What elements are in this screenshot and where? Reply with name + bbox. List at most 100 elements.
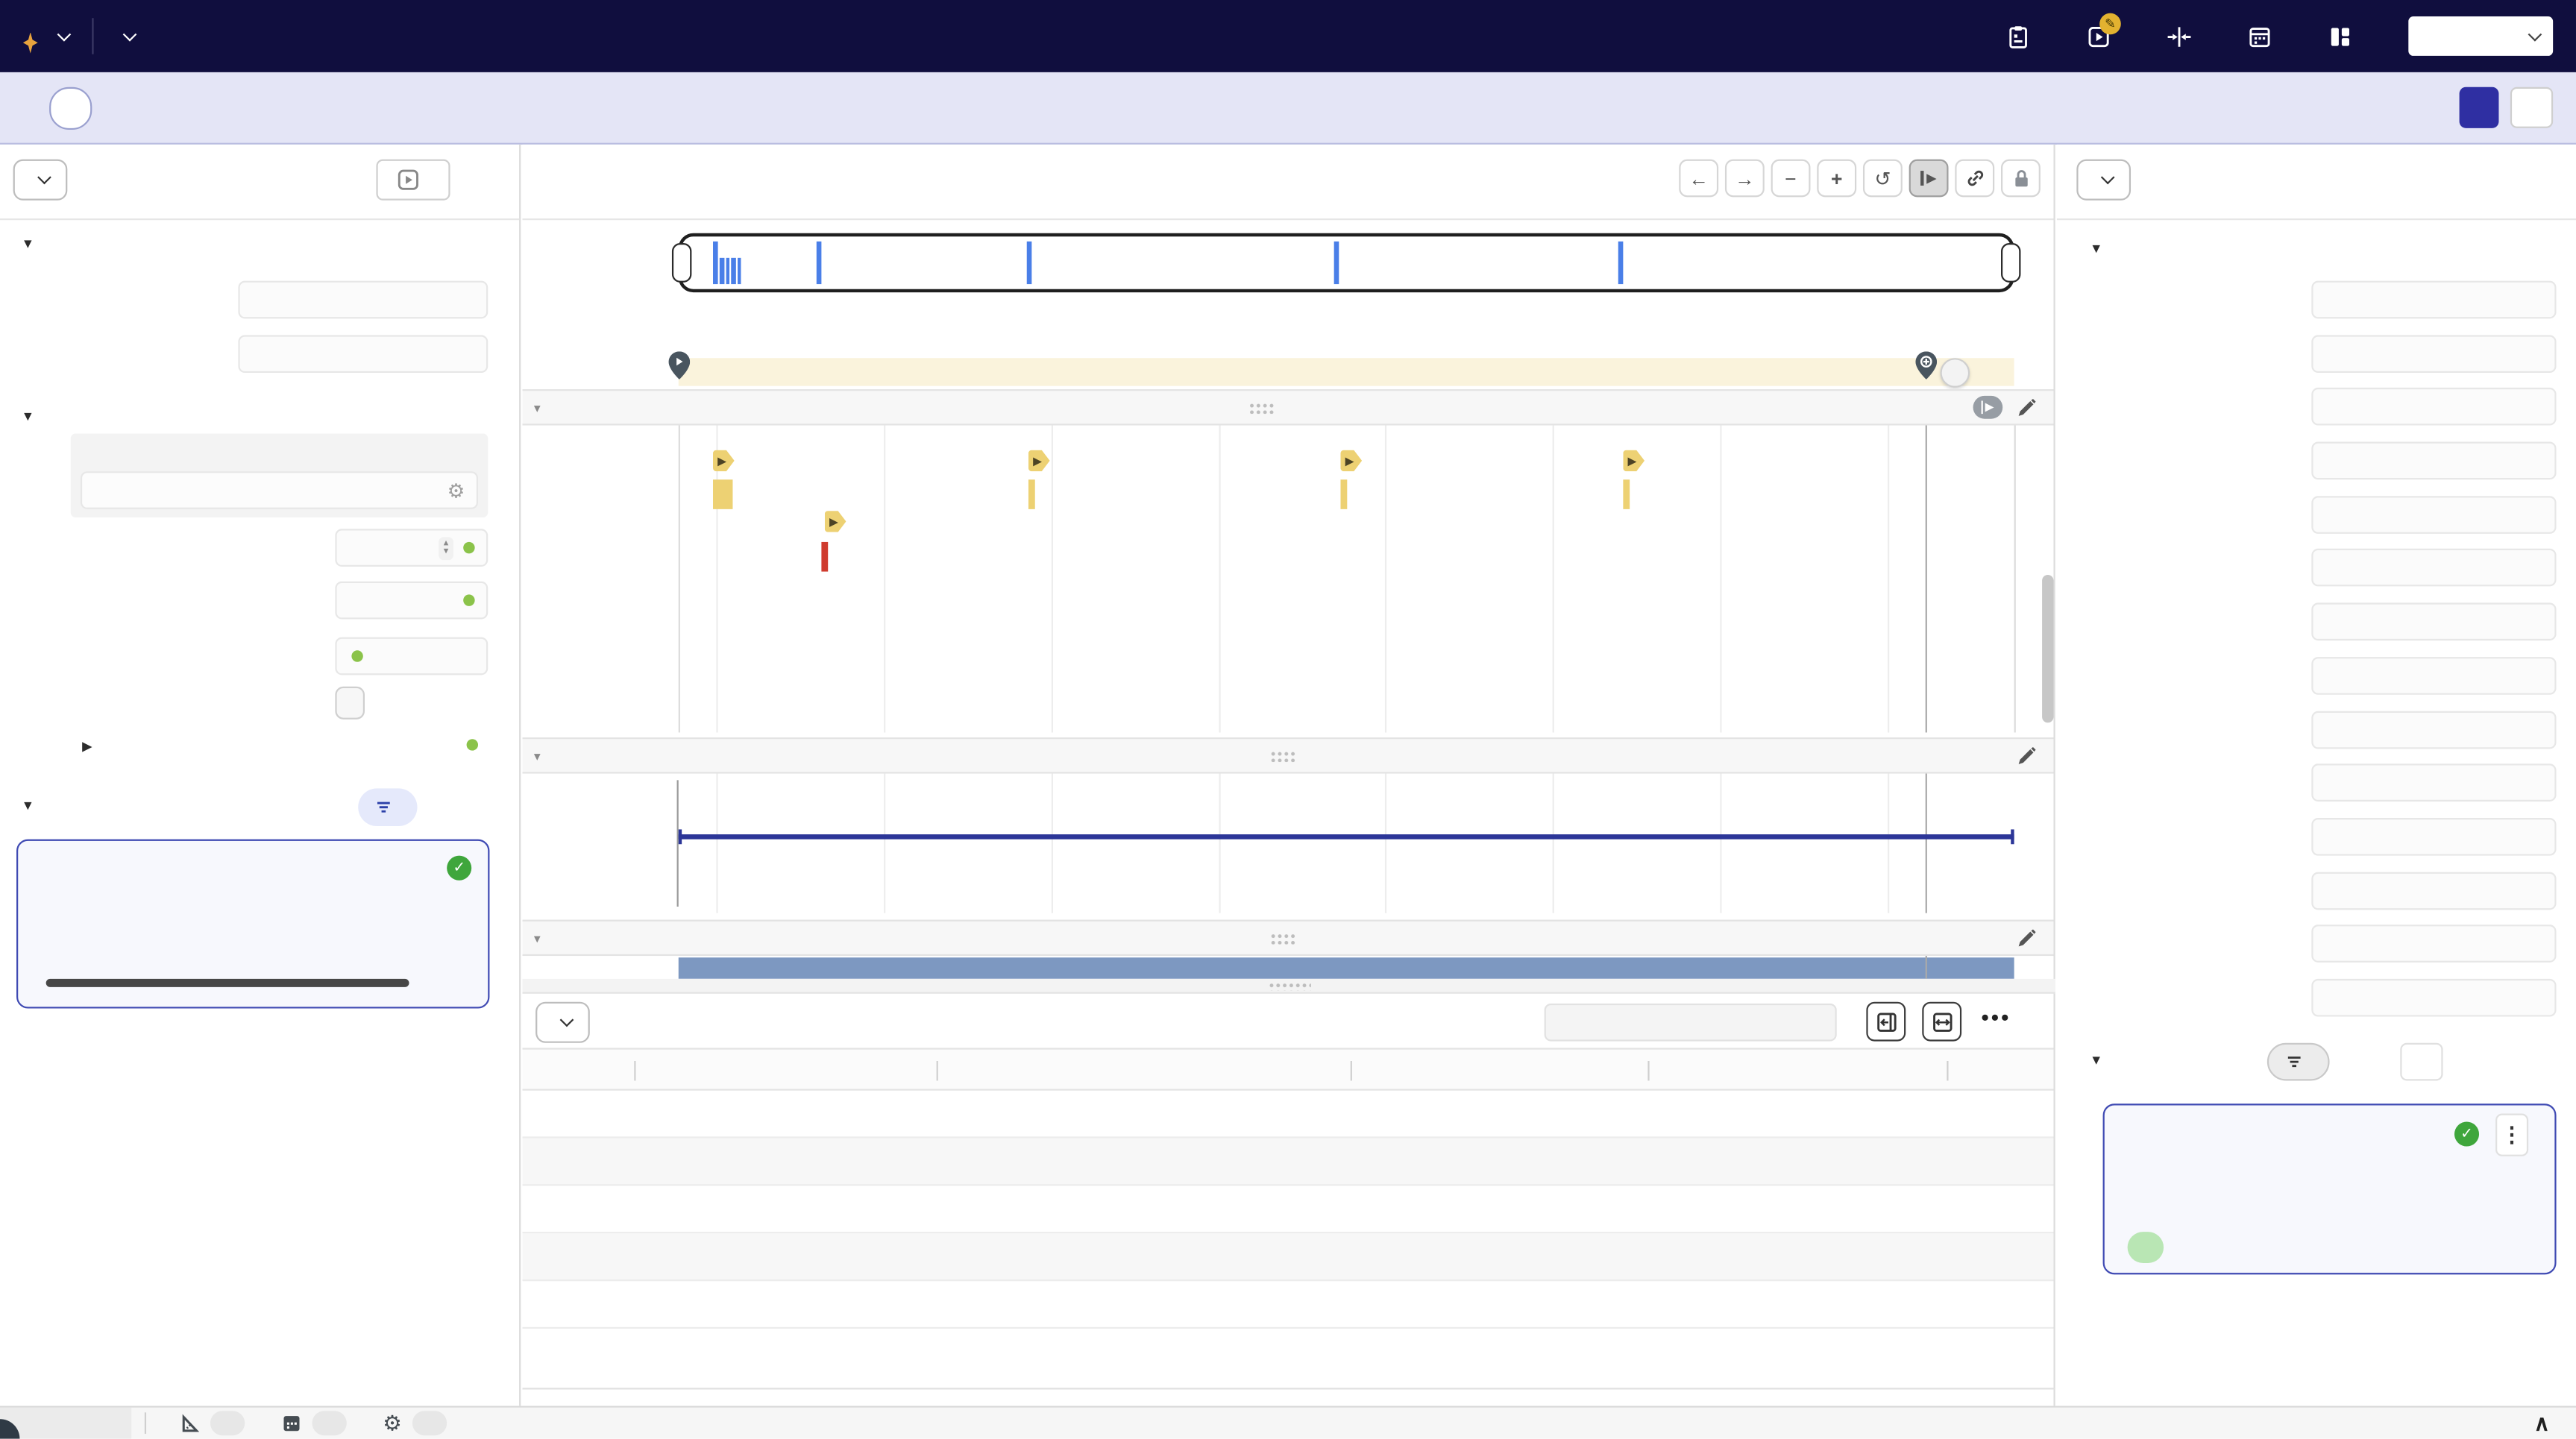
- zoom-out-button[interactable]: −: [1771, 160, 1811, 198]
- table-row[interactable]: [522, 1139, 2053, 1186]
- expand-triangle-icon[interactable]: ▶: [82, 739, 92, 754]
- take-snapshot-button[interactable]: [2400, 1043, 2443, 1081]
- flag-band-row[interactable]: [522, 956, 2055, 979]
- owner-input[interactable]: [2311, 657, 2556, 695]
- table-view-selector[interactable]: [535, 1002, 590, 1043]
- collapse-triangle-icon[interactable]: ▼: [22, 799, 34, 813]
- activity-span-bar[interactable]: [1028, 479, 1035, 509]
- status-tab-all[interactable]: [0, 1408, 131, 1439]
- right-panel-selector[interactable]: [2076, 160, 2131, 201]
- nav-item-constraints[interactable]: [2167, 24, 2205, 48]
- status-simulation[interactable]: ⚙: [383, 1410, 446, 1436]
- nav-item-scheduling[interactable]: [2247, 24, 2285, 48]
- zoom-in-button[interactable]: +: [1817, 160, 1856, 198]
- updated-at-input[interactable]: [2311, 763, 2556, 802]
- edit-row-pencil-icon[interactable]: [2016, 397, 2038, 418]
- activity-directive-icon[interactable]: ▶: [713, 450, 735, 472]
- fit-columns-button[interactable]: [1922, 1002, 1961, 1042]
- initial-producer-input[interactable]: [335, 582, 488, 620]
- drag-handle[interactable]: [1269, 750, 1295, 761]
- model-version-input[interactable]: [2311, 496, 2556, 534]
- activities-canvas[interactable]: ▶ ▶ ▶ ▶ ▶: [522, 426, 2055, 733]
- table-menu-button[interactable]: •••: [1982, 1005, 2011, 1030]
- simulate-button[interactable]: [376, 160, 450, 201]
- activity-span-bar[interactable]: [713, 479, 732, 509]
- activity-span-bar[interactable]: [1340, 479, 1347, 509]
- activity-span-bar[interactable]: [1623, 479, 1630, 509]
- flag-section-header[interactable]: ▾: [522, 920, 2053, 956]
- initial-data-path-input[interactable]: [335, 637, 488, 676]
- filter-activity-directives-input[interactable]: [1545, 1004, 1837, 1042]
- plan-id-input[interactable]: [2311, 335, 2556, 373]
- table-row[interactable]: [522, 1185, 2053, 1233]
- status-scheduling[interactable]: [281, 1411, 347, 1435]
- tags-input[interactable]: [2311, 979, 2556, 1017]
- collaborators-input[interactable]: [2311, 925, 2556, 963]
- user-select[interactable]: [2408, 16, 2553, 56]
- activity-directive-icon[interactable]: ▶: [1623, 450, 1644, 472]
- close-preview-button[interactable]: [2510, 87, 2553, 128]
- activity-directive-icon[interactable]: ▶: [1028, 450, 1050, 472]
- nav-item-simulation[interactable]: ✎: [2087, 24, 2125, 48]
- number-stepper[interactable]: ▴▾: [439, 536, 453, 559]
- aerie-logo[interactable]: [23, 19, 69, 53]
- nav-item-expansion[interactable]: [2006, 24, 2044, 48]
- collapse-triangle-icon[interactable]: ▼: [22, 236, 34, 251]
- date-created-input[interactable]: [2311, 711, 2556, 749]
- cursor-pin-icon[interactable]: [1915, 351, 1937, 379]
- edit-row-pencil-icon[interactable]: [2016, 927, 2038, 948]
- end-time-input[interactable]: [238, 335, 488, 373]
- initial-plant-count-input[interactable]: ▴▾: [335, 529, 488, 567]
- selection-band[interactable]: [679, 358, 2014, 385]
- collapse-triangle-icon[interactable]: ▾: [534, 400, 541, 415]
- model-id-input[interactable]: [2311, 442, 2556, 480]
- edit-row-pencil-icon[interactable]: [2016, 745, 2038, 766]
- start-time-input[interactable]: [2311, 549, 2556, 587]
- simulation-extent-toggle[interactable]: ▶: [1909, 160, 1949, 198]
- collapse-triangle-icon[interactable]: ▾: [534, 748, 541, 763]
- collapse-panel-button[interactable]: [1866, 1002, 1906, 1042]
- panel-resize-handle[interactable]: [522, 979, 2055, 994]
- reset-view-button[interactable]: ↺: [1863, 160, 1903, 198]
- activity-directive-icon[interactable]: ▶: [825, 511, 846, 532]
- activity-directive-icon[interactable]: ▶: [1340, 450, 1362, 472]
- collapse-triangle-icon[interactable]: ▼: [22, 409, 34, 423]
- gear-icon[interactable]: ⚙: [447, 479, 465, 502]
- drag-handle[interactable]: [1248, 402, 1274, 413]
- plan-menu[interactable]: [116, 34, 134, 39]
- lock-button[interactable]: [2001, 160, 2041, 198]
- vertical-scrollbar[interactable]: [2042, 575, 2053, 722]
- collapse-triangle-icon[interactable]: ▼: [2090, 242, 2102, 256]
- status-constraints[interactable]: [179, 1411, 245, 1435]
- unfinished-span-bar[interactable]: [821, 542, 828, 572]
- plan-name-input[interactable]: [2311, 281, 2556, 319]
- brush-handle-left[interactable]: [672, 243, 691, 283]
- nav-forward-button[interactable]: →: [1725, 160, 1765, 198]
- simulation-filter-pill[interactable]: [358, 788, 417, 826]
- kebab-menu-button[interactable]: ⋮: [2495, 1113, 2528, 1156]
- collapse-triangle-icon[interactable]: ▼: [2090, 1053, 2102, 1068]
- drag-handle[interactable]: [1269, 932, 1295, 943]
- left-panel-selector[interactable]: [13, 160, 68, 201]
- browse-file-button[interactable]: [335, 687, 365, 720]
- collapse-triangle-icon[interactable]: ▾: [534, 931, 541, 945]
- simulation-template-input[interactable]: ⚙: [81, 471, 478, 509]
- restore-snapshot-button[interactable]: [2460, 87, 2499, 128]
- link-button[interactable]: [1955, 160, 1994, 198]
- activities-section-header[interactable]: ▾ ▶: [522, 389, 2053, 425]
- line-count-chart[interactable]: [522, 774, 2055, 913]
- table-row[interactable]: [522, 1091, 2053, 1139]
- end-time-input[interactable]: [2311, 602, 2556, 640]
- nav-back-button[interactable]: ←: [1679, 160, 1718, 198]
- start-time-input[interactable]: [238, 281, 488, 319]
- simulation-history-card[interactable]: ✓: [16, 840, 489, 1009]
- simulation-extent-icon[interactable]: ▶: [1973, 396, 2003, 419]
- line-count-section-header[interactable]: ▾: [522, 737, 2053, 773]
- brush-handle-right[interactable]: [2001, 243, 2020, 283]
- plan-start-pin-icon[interactable]: [669, 351, 691, 379]
- model-name-input[interactable]: [2311, 388, 2556, 426]
- snapshot-card[interactable]: ✓ ⋮: [2103, 1103, 2557, 1274]
- updated-by-input[interactable]: [2311, 818, 2556, 856]
- nav-item-view[interactable]: [2328, 24, 2366, 48]
- timeline-brush[interactable]: [679, 233, 2014, 292]
